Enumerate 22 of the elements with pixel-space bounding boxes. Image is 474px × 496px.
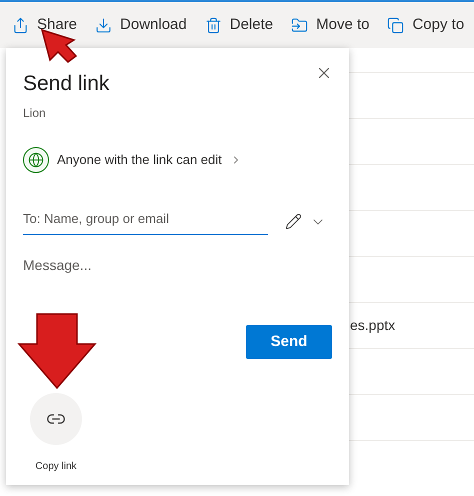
toolbar-button[interactable]: Move to (291, 14, 370, 36)
share-icon (12, 16, 29, 34)
arrow-icon (17, 313, 97, 389)
toolbar-button[interactable]: Copy to (387, 14, 464, 36)
copy-link-label: Copy link (35, 460, 77, 474)
copy-icon (387, 16, 404, 34)
send-button[interactable]: Send (246, 325, 332, 359)
move-icon (291, 16, 308, 34)
arrow-icon (40, 28, 78, 64)
delete-icon (204, 16, 222, 34)
dialog-title: Send link (23, 71, 110, 97)
message-field[interactable]: Message... (23, 255, 323, 276)
globe-icon (23, 146, 49, 172)
recipient-field[interactable]: To: Name, group or email (23, 208, 268, 235)
toolbar-button[interactable]: Delete (204, 14, 274, 36)
toolbar-button[interactable]: Download (95, 14, 187, 36)
pencil-icon[interactable] (285, 213, 302, 230)
file-name-cell[interactable]: es.pptx (350, 315, 396, 336)
file-name: Lion (23, 104, 46, 122)
permission-link[interactable]: Anyone with the link can edit (23, 146, 242, 172)
download-icon (95, 16, 112, 34)
toolbar-button[interactable]: Share (12, 14, 78, 36)
